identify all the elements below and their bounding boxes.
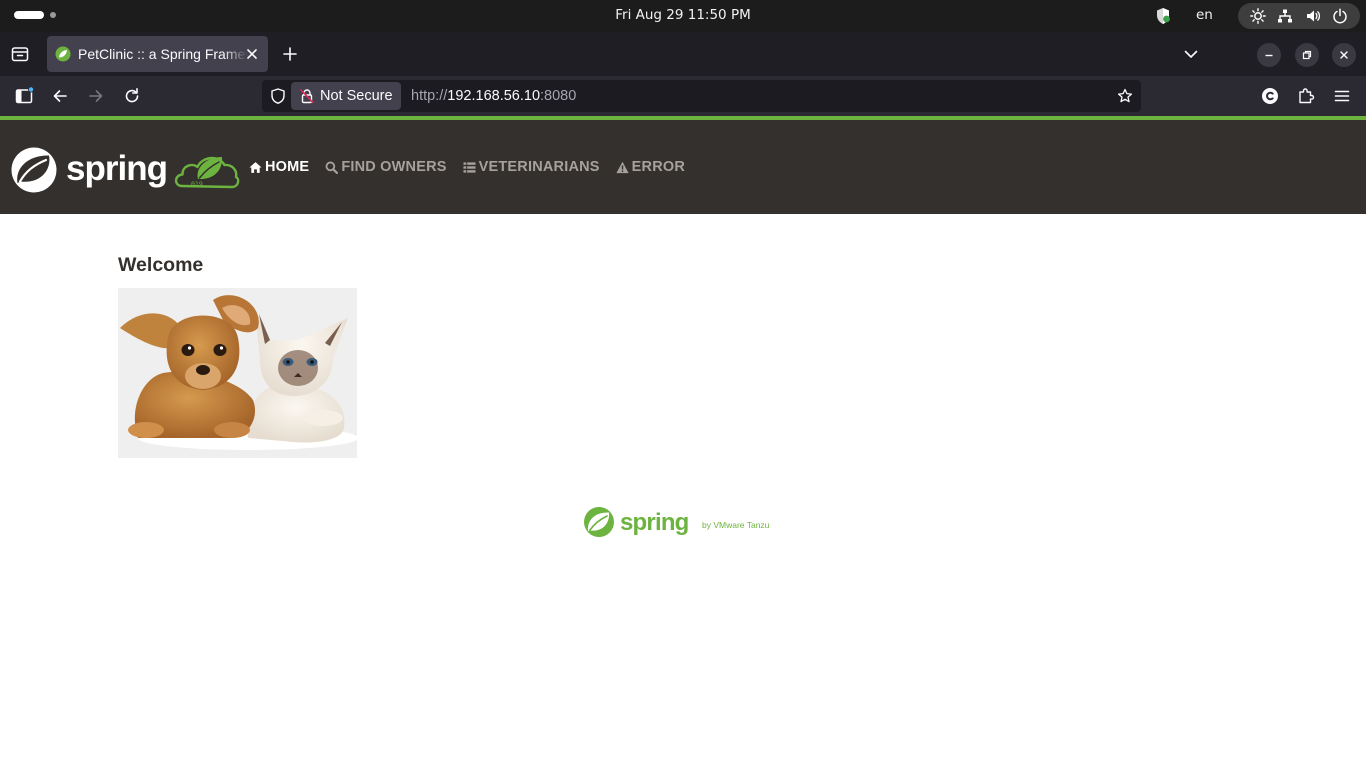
app-navbar: spring 019 Home Find owners Veterin	[0, 120, 1366, 214]
system-top-bar: Fri Aug 29 11:50 PM en	[0, 0, 1366, 32]
warning-icon	[616, 161, 629, 173]
bookmark-star-icon[interactable]	[1117, 88, 1133, 104]
nav-veterinarians[interactable]: Veterinarians	[463, 159, 600, 175]
spring-by-vmware-tanzu-logo[interactable]: spring by VMware Tanzu	[583, 504, 787, 540]
nav-find-owners-label: Find owners	[341, 159, 447, 175]
home-icon	[249, 161, 262, 173]
spring-favicon-icon	[55, 46, 71, 62]
activities-indicator[interactable]	[14, 11, 56, 19]
reload-icon[interactable]	[122, 86, 142, 106]
hamburger-menu-icon[interactable]	[1332, 86, 1352, 106]
nav-error-label: Error	[631, 159, 686, 175]
minimize-window-button[interactable]	[1257, 43, 1281, 67]
svg-text:by VMware Tanzu: by VMware Tanzu	[702, 520, 770, 530]
url-host: 192.168.56.10	[447, 88, 541, 104]
nav-find-owners[interactable]: Find owners	[325, 159, 446, 175]
browser-tab-strip: PetClinic :: a Spring Framework demonstr…	[0, 32, 1366, 76]
not-secure-indicator[interactable]: Not Secure	[291, 82, 401, 110]
system-clock[interactable]: Fri Aug 29 11:50 PM	[615, 7, 750, 23]
close-window-button[interactable]	[1332, 43, 1356, 67]
network-wired-icon	[1278, 9, 1293, 23]
sidebar-toggle-icon[interactable]	[14, 86, 34, 106]
url-port: :8080	[540, 88, 577, 104]
url-scheme: http://	[411, 88, 448, 104]
workspace-active-indicator	[14, 11, 44, 19]
svg-text:spring: spring	[620, 509, 689, 536]
pets-image	[118, 288, 357, 458]
main-content: Welcome	[118, 254, 203, 277]
page-title: Welcome	[118, 254, 204, 276]
close-tab-icon[interactable]	[244, 46, 260, 62]
power-icon	[1333, 8, 1347, 24]
security-shield-icon[interactable]	[1154, 7, 1172, 25]
address-bar[interactable]: Not Secure http://192.168.56.10:8080	[262, 80, 1141, 112]
close-icon	[1340, 51, 1348, 59]
not-secure-label: Not Secure	[320, 88, 393, 104]
system-status-menu[interactable]	[1238, 3, 1360, 29]
nav-veterinarians-label: Veterinarians	[478, 159, 600, 175]
firefox-view-icon[interactable]	[10, 44, 30, 64]
spring-petclinic-logo[interactable]: spring 019	[10, 146, 240, 194]
browser-tab-active[interactable]: PetClinic :: a Spring Framework demonstr…	[47, 36, 268, 72]
svg-text:019: 019	[191, 180, 203, 188]
browser-navigation-toolbar: Not Secure http://192.168.56.10:8080	[0, 76, 1366, 116]
new-tab-plus-icon[interactable]	[280, 44, 300, 64]
nav-error[interactable]: Error	[616, 159, 685, 175]
extensions-puzzle-icon[interactable]	[1296, 86, 1316, 106]
nav-home[interactable]: Home	[249, 159, 309, 175]
main-menu: Home Find owners Veterinarians Error	[249, 120, 685, 214]
keyboard-language-indicator[interactable]: en	[1196, 0, 1213, 32]
tab-title: PetClinic :: a Spring Framework demonstr…	[78, 46, 248, 62]
restore-window-button[interactable]	[1295, 43, 1319, 67]
restore-icon	[1302, 50, 1312, 60]
workspace-indicator	[50, 12, 56, 18]
minimize-icon	[1265, 54, 1273, 57]
nav-home-label: Home	[265, 159, 310, 175]
url-text[interactable]: http://192.168.56.10:8080	[411, 80, 576, 112]
svg-text:spring: spring	[66, 149, 167, 188]
search-icon	[325, 161, 339, 174]
brightness-icon	[1249, 8, 1266, 24]
list-icon	[463, 161, 476, 173]
volume-icon	[1306, 10, 1320, 22]
back-arrow-icon[interactable]	[50, 86, 70, 106]
account-avatar-icon[interactable]	[1260, 86, 1280, 106]
tracking-protection-shield-icon[interactable]	[270, 88, 286, 104]
insecure-lock-icon	[300, 89, 314, 104]
forward-arrow-icon[interactable]	[86, 86, 106, 106]
list-all-tabs-chevron-icon[interactable]	[1182, 45, 1200, 63]
